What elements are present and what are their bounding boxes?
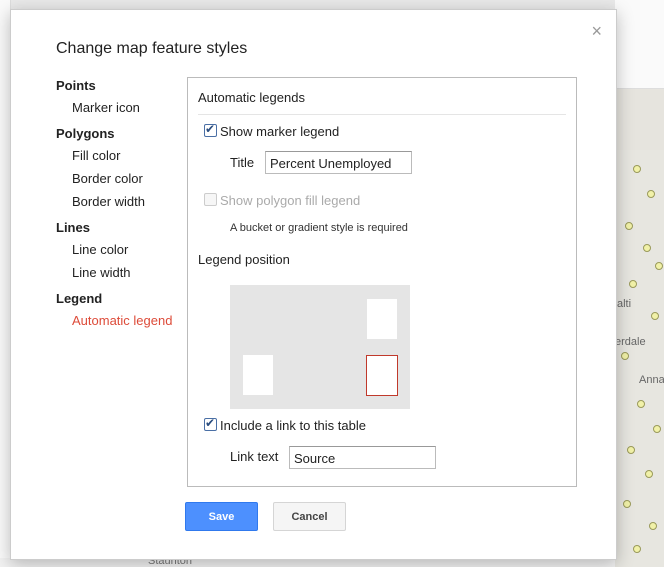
panel-header: Automatic legends bbox=[198, 90, 305, 105]
legend-position-picker bbox=[230, 285, 410, 409]
style-nav: Points Marker icon Polygons Fill color B… bbox=[56, 76, 196, 332]
nav-group-points: Points bbox=[56, 78, 96, 93]
map-marker bbox=[651, 312, 659, 320]
link-text-input[interactable]: Source bbox=[289, 446, 436, 469]
show-polygon-legend-label: Show polygon fill legend bbox=[220, 193, 361, 208]
map-marker bbox=[655, 262, 663, 270]
save-button[interactable]: Save bbox=[185, 502, 258, 531]
styles-dialog: × Change map feature styles Points Marke… bbox=[10, 9, 617, 560]
map-marker bbox=[633, 545, 641, 553]
map-label: erdale bbox=[615, 336, 646, 348]
map-label: alti bbox=[617, 298, 632, 310]
background-map: alti erdale Anna bbox=[615, 0, 664, 567]
map-marker bbox=[627, 446, 635, 454]
show-marker-legend-row: Show marker legend bbox=[204, 122, 339, 139]
map-marker bbox=[653, 425, 661, 433]
map-marker bbox=[645, 470, 653, 478]
link-text-label: Link text bbox=[230, 449, 279, 464]
map-toolbar bbox=[615, 0, 664, 89]
map-marker bbox=[643, 244, 651, 252]
map-marker bbox=[623, 500, 631, 508]
show-marker-legend-label[interactable]: Show marker legend bbox=[220, 124, 339, 139]
map-marker bbox=[633, 165, 641, 173]
legend-position-top-right[interactable] bbox=[367, 299, 397, 339]
nav-group-lines: Lines bbox=[56, 220, 90, 235]
show-polygon-legend-checkbox[interactable] bbox=[204, 193, 217, 206]
title-input[interactable]: Percent Unemployed bbox=[265, 151, 412, 174]
map-marker bbox=[621, 352, 629, 360]
show-polygon-legend-row: Show polygon fill legend bbox=[204, 193, 360, 208]
nav-item-border-color[interactable]: Border color bbox=[56, 167, 196, 190]
title-field-label: Title bbox=[230, 155, 255, 170]
show-marker-legend-checkbox[interactable] bbox=[204, 122, 217, 137]
nav-item-automatic-legend[interactable]: Automatic legend bbox=[56, 309, 196, 332]
nav-group-legend: Legend bbox=[56, 291, 103, 306]
include-link-label[interactable]: Include a link to this table bbox=[220, 418, 366, 433]
map-label: Anna bbox=[639, 374, 664, 386]
polygon-legend-hint: A bucket or gradient style is required bbox=[230, 222, 408, 234]
nav-item-border-width[interactable]: Border width bbox=[56, 190, 196, 213]
map-marker bbox=[625, 222, 633, 230]
map-marker bbox=[647, 190, 655, 198]
map-marker bbox=[629, 280, 637, 288]
legend-position-bottom-right[interactable] bbox=[366, 355, 398, 396]
nav-item-line-color[interactable]: Line color bbox=[56, 238, 196, 261]
legend-position-bottom-left[interactable] bbox=[243, 355, 273, 395]
cancel-button[interactable]: Cancel bbox=[273, 502, 346, 531]
include-link-row: Include a link to this table bbox=[204, 416, 366, 433]
map-marker bbox=[649, 522, 657, 530]
nav-item-marker-icon[interactable]: Marker icon bbox=[56, 96, 196, 119]
panel-divider bbox=[198, 114, 566, 115]
legend-position-label: Legend position bbox=[198, 252, 290, 267]
nav-item-fill-color[interactable]: Fill color bbox=[56, 144, 196, 167]
automatic-legends-panel: Automatic legends Show marker legend Tit… bbox=[187, 77, 577, 487]
include-link-checkbox[interactable] bbox=[204, 416, 217, 431]
map-marker bbox=[637, 400, 645, 408]
nav-group-polygons: Polygons bbox=[56, 126, 115, 141]
close-icon[interactable]: × bbox=[591, 22, 602, 40]
dialog-title: Change map feature styles bbox=[56, 40, 248, 57]
nav-item-line-width[interactable]: Line width bbox=[56, 261, 196, 284]
